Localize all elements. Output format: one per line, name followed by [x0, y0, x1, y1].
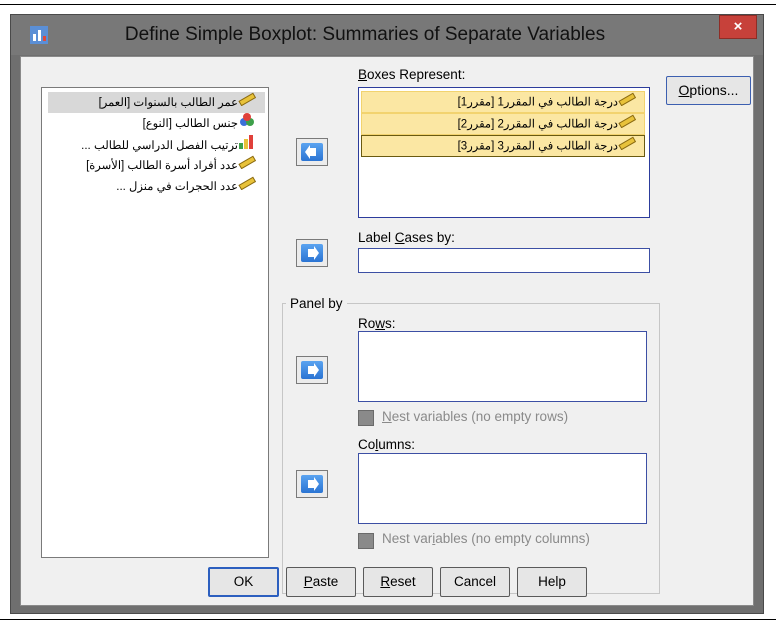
app-chart-icon — [30, 26, 48, 44]
help-button[interactable]: Help — [517, 567, 587, 597]
list-item[interactable]: عدد أفراد أسرة الطالب [الأسرة] — [48, 155, 260, 176]
move-from-boxes-button[interactable] — [296, 138, 328, 166]
source-variable-list[interactable]: عمر الطالب بالسنوات [العمر] جنس الطالب [… — [41, 87, 269, 558]
variable-label: ترتيب الفصل الدراسي للطالب ... — [81, 140, 238, 153]
list-item[interactable]: عدد الحجرات في منزل ... — [48, 176, 260, 197]
reset-button[interactable]: Reset — [363, 567, 433, 597]
paste-button[interactable]: Paste — [286, 567, 356, 597]
dialog-window: Define Simple Boxplot: Summaries of Sepa… — [10, 14, 764, 614]
columns-label: Columns: — [358, 437, 416, 452]
ruler-scale-icon — [618, 114, 637, 135]
list-item[interactable]: درجة الطالب في المقرر1 [مقرر1] — [361, 91, 645, 113]
list-item[interactable]: ترتيب الفصل الدراسي للطالب ... — [48, 134, 260, 155]
dialog-body: عمر الطالب بالسنوات [العمر] جنس الطالب [… — [20, 56, 754, 606]
label-cases-label: Label Cases by: — [358, 230, 455, 245]
window-title: Define Simple Boxplot: Summaries of Sepa… — [124, 24, 606, 45]
options-button[interactable]: Options... — [666, 76, 751, 105]
ruler-scale-icon — [238, 92, 257, 114]
variable-label: عدد الحجرات في منزل ... — [116, 181, 238, 194]
ruler-scale-icon — [618, 92, 637, 113]
label-cases-field[interactable] — [358, 248, 650, 273]
nominal-circles-icon — [238, 113, 256, 135]
variable-label: عمر الطالب بالسنوات [العمر] — [98, 97, 238, 110]
rows-label: Rows: — [358, 316, 396, 331]
move-to-rows-button[interactable] — [296, 356, 328, 384]
arrow-right-icon — [301, 361, 323, 379]
top-rule — [0, 4, 776, 5]
variable-label: جنس الطالب [النوع] — [142, 118, 238, 131]
ok-button[interactable]: OK — [208, 567, 279, 597]
ruler-scale-icon — [238, 176, 257, 198]
ruler-scale-icon — [618, 136, 637, 157]
close-button[interactable]: × — [719, 15, 757, 39]
arrow-left-icon — [301, 143, 323, 161]
nest-rows-label: Nest variables (no empty rows) — [382, 409, 569, 424]
title-bar[interactable]: Define Simple Boxplot: Summaries of Sepa… — [11, 15, 763, 55]
bottom-rule — [0, 619, 776, 620]
list-item[interactable]: درجة الطالب في المقرر2 [مقرر2] — [361, 113, 645, 135]
panel-by-title: Panel by — [286, 296, 347, 311]
arrow-right-icon — [301, 475, 323, 493]
variable-label: عدد أفراد أسرة الطالب [الأسرة] — [86, 160, 238, 173]
rows-list[interactable] — [358, 331, 647, 402]
cancel-button[interactable]: Cancel — [440, 567, 510, 597]
list-item[interactable]: درجة الطالب في المقرر3 [مقرر3] — [361, 135, 645, 157]
columns-list[interactable] — [358, 453, 647, 524]
move-to-label-cases-button[interactable] — [296, 239, 328, 267]
ruler-scale-icon — [238, 155, 257, 177]
nest-columns-label: Nest variables (no empty columns) — [382, 531, 590, 546]
nest-rows-checkbox[interactable] — [358, 410, 374, 426]
arrow-right-icon — [301, 244, 323, 262]
boxes-represent-list[interactable]: درجة الطالب في المقرر1 [مقرر1] درجة الطا… — [358, 87, 650, 218]
move-to-columns-button[interactable] — [296, 470, 328, 498]
nest-columns-checkbox[interactable] — [358, 533, 374, 549]
list-item[interactable]: جنس الطالب [النوع] — [48, 113, 260, 134]
list-item[interactable]: عمر الطالب بالسنوات [العمر] — [48, 92, 265, 113]
boxes-represent-label: Boxes Represent: — [358, 67, 466, 82]
